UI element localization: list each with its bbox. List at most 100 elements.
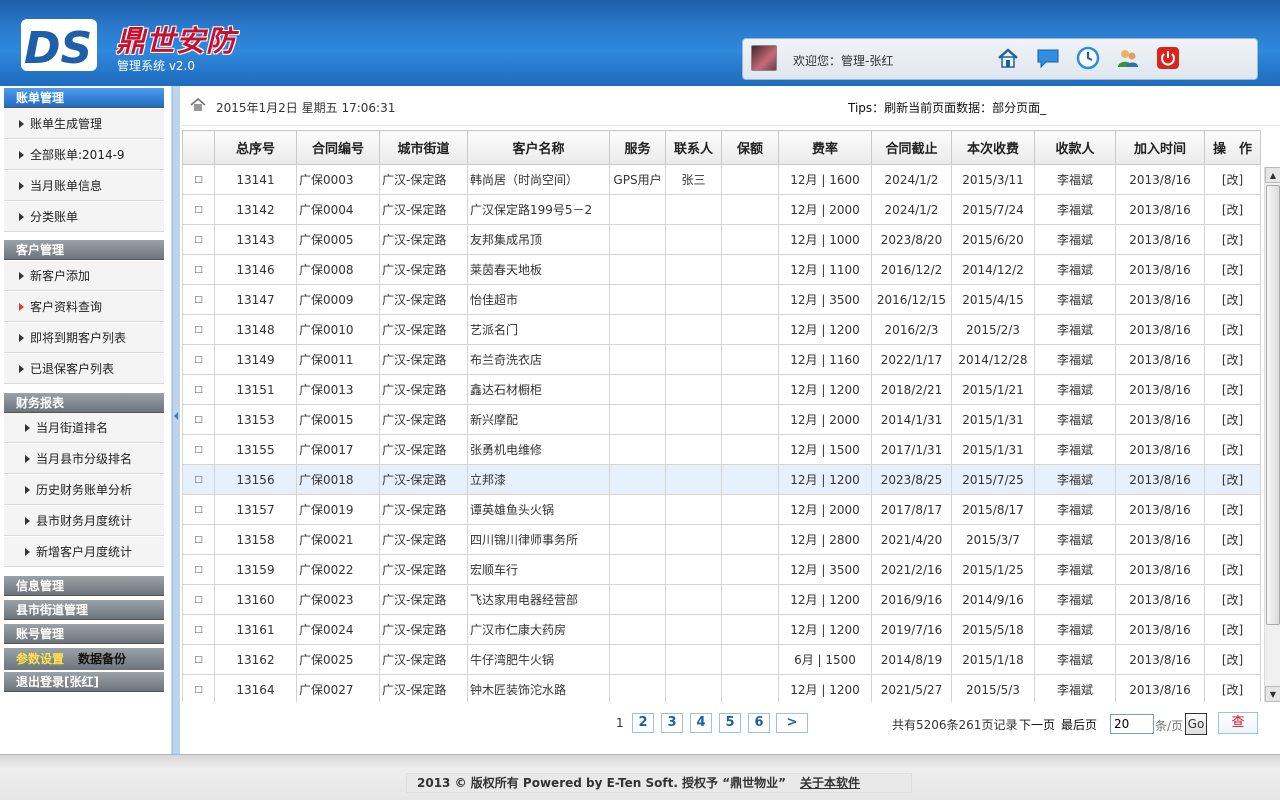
sidebar-group-finance[interactable]: 财务报表 [4, 393, 164, 413]
table-row[interactable]: □ 13148 广保0010 广汉-保定路 艺派名门 12月 | 1200 2016/2/3… [182, 314, 1261, 345]
table-row[interactable]: □ 13143 广保0005 广汉-保定路 友邦集成吊顶 12月 | 1000 2023/8… [182, 224, 1261, 255]
edit-link[interactable]: [改] [1204, 404, 1261, 435]
table-row[interactable]: □ 13153 广保0015 广汉-保定路 新兴摩配 12月 | 2000 2014/1/3… [182, 404, 1261, 435]
go-button[interactable]: Go [1185, 713, 1207, 735]
params-link[interactable]: 参数设置 [16, 652, 64, 666]
column-header[interactable]: 总序号 [214, 130, 297, 165]
table-row[interactable]: □ 13162 广保0025 广汉-保定路 牛仔湾肥牛火锅 6月 | 1500 2014/8… [182, 644, 1261, 675]
edit-link[interactable]: [改] [1204, 224, 1261, 255]
sidebar-item-new-customer-monthly[interactable]: 新增客户月度统计 [4, 537, 164, 567]
column-header[interactable]: 本次收费 [951, 130, 1035, 165]
backup-link[interactable]: 数据备份 [78, 652, 126, 666]
row-checkbox[interactable]: □ [182, 374, 215, 405]
column-header[interactable]: 收款人 [1034, 130, 1116, 165]
avatar[interactable] [751, 45, 777, 71]
edit-link[interactable]: [改] [1204, 254, 1261, 285]
row-checkbox[interactable]: □ [182, 554, 215, 585]
clock-icon[interactable] [1075, 45, 1101, 71]
row-checkbox[interactable]: □ [182, 584, 215, 615]
table-row[interactable]: □ 13158 广保0021 广汉-保定路 四川锦川律师事务所 12月 | 2800 202… [182, 524, 1261, 555]
edit-link[interactable]: [改] [1204, 614, 1261, 645]
page-link-4[interactable]: 4 [690, 713, 712, 733]
table-row[interactable]: □ 13156 广保0018 广汉-保定路 立邦漆 12月 | 1200 2023/8/25… [182, 464, 1261, 495]
column-header[interactable]: 客户名称 [467, 130, 610, 165]
row-checkbox[interactable]: □ [182, 674, 215, 702]
sidebar-group-county[interactable]: 县市街道管理 [4, 600, 164, 620]
sidebar-item-expiring[interactable]: 即将到期客户列表 [4, 323, 164, 353]
row-checkbox[interactable]: □ [182, 404, 215, 435]
sidebar-splitter[interactable] [172, 86, 180, 754]
row-checkbox[interactable]: □ [182, 344, 215, 375]
power-icon[interactable] [1155, 45, 1181, 71]
page-size-input[interactable] [1110, 714, 1154, 734]
table-row[interactable]: □ 13160 广保0023 广汉-保定路 飞达家用电器经营部 12月 | 1200 201… [182, 584, 1261, 615]
sidebar-item-bill-generate[interactable]: 账单生成管理 [4, 109, 164, 139]
sidebar-item-add-customer[interactable]: 新客户添加 [4, 261, 164, 291]
row-checkbox[interactable]: □ [182, 644, 215, 675]
row-checkbox[interactable]: □ [182, 224, 215, 255]
row-checkbox[interactable]: □ [182, 524, 215, 555]
sidebar-item-street-rank[interactable]: 当月街道排名 [4, 413, 164, 443]
sidebar-item-history-analysis[interactable]: 历史财务账单分析 [4, 475, 164, 505]
page-link-5[interactable]: 5 [719, 713, 741, 733]
scroll-up-icon[interactable]: ▲ [1265, 167, 1280, 183]
table-row[interactable]: □ 13161 广保0024 广汉-保定路 广汉市仁康大药房 12月 | 1200 2019… [182, 614, 1261, 645]
table-row[interactable]: □ 13142 广保0004 广汉-保定路 广汉保定路199号5－2 12月 | 2000… [182, 194, 1261, 225]
sidebar-item-county-monthly[interactable]: 县市财务月度统计 [4, 506, 164, 536]
scroll-down-icon[interactable]: ▼ [1265, 686, 1280, 702]
table-row[interactable]: □ 13164 广保0027 广汉-保定路 钟木匠装饰沱水路 12月 | 1200 2021… [182, 674, 1261, 702]
sidebar-item-month-bills[interactable]: 当月账单信息 [4, 171, 164, 201]
edit-link[interactable]: [改] [1204, 164, 1261, 195]
page-link-6[interactable]: 6 [748, 713, 770, 733]
edit-link[interactable]: [改] [1204, 644, 1261, 675]
table-row[interactable]: □ 13151 广保0013 广汉-保定路 鑫达石材橱柜 12月 | 1200 2018/2… [182, 374, 1261, 405]
sidebar-item-withdrawn[interactable]: 已退保客户列表 [4, 354, 164, 384]
home-icon[interactable] [995, 45, 1021, 71]
sidebar-group-info[interactable]: 信息管理 [4, 576, 164, 596]
last-page-link[interactable]: 最后页 [1061, 716, 1097, 733]
row-checkbox[interactable]: □ [182, 314, 215, 345]
edit-link[interactable]: [改] [1204, 434, 1261, 465]
row-checkbox[interactable]: □ [182, 254, 215, 285]
sidebar-item-category-bills[interactable]: 分类账单 [4, 202, 164, 232]
edit-link[interactable]: [改] [1204, 584, 1261, 615]
page-next-arrow[interactable]: > [776, 713, 808, 733]
edit-link[interactable]: [改] [1204, 374, 1261, 405]
sidebar-item-all-bills[interactable]: 全部账单:2014-9 [4, 140, 164, 170]
edit-link[interactable]: [改] [1204, 674, 1261, 702]
about-link[interactable]: 关于本软件 [800, 776, 860, 790]
logout-link[interactable]: 退出登录[张红] [4, 672, 164, 692]
table-row[interactable]: □ 13157 广保0019 广汉-保定路 谭英雄鱼头火锅 12月 | 2000 2017/… [182, 494, 1261, 525]
table-row[interactable]: □ 13159 广保0022 广汉-保定路 宏顺车行 12月 | 3500 2021/2/1… [182, 554, 1261, 585]
edit-link[interactable]: [改] [1204, 524, 1261, 555]
column-header[interactable]: 服务 [609, 130, 666, 165]
sidebar-group-account[interactable]: 账号管理 [4, 624, 164, 644]
edit-link[interactable]: [改] [1204, 554, 1261, 585]
column-header[interactable]: 操 作 [1204, 130, 1261, 165]
message-icon[interactable] [1035, 45, 1061, 71]
column-header[interactable]: 城市街道 [379, 130, 468, 165]
scroll-thumb[interactable] [1266, 185, 1280, 625]
vertical-scrollbar[interactable]: ▲ ▼ [1264, 167, 1280, 702]
row-checkbox[interactable]: □ [182, 284, 215, 315]
table-row[interactable]: □ 13147 广保0009 广汉-保定路 怡佳超市 12月 | 3500 2016/12/… [182, 284, 1261, 315]
sidebar-group-billing[interactable]: 账单管理 [4, 88, 164, 108]
column-header[interactable]: 加入时间 [1115, 130, 1205, 165]
page-link-2[interactable]: 2 [632, 713, 654, 733]
table-row[interactable]: □ 13146 广保0008 广汉-保定路 莱茵春天地板 12月 | 1100 2016/1… [182, 254, 1261, 285]
edit-link[interactable]: [改] [1204, 344, 1261, 375]
edit-link[interactable]: [改] [1204, 494, 1261, 525]
column-header[interactable]: 保额 [721, 130, 779, 165]
row-checkbox[interactable]: □ [182, 464, 215, 495]
sidebar-item-county-rank[interactable]: 当月县市分级排名 [4, 444, 164, 474]
table-row[interactable]: □ 13141 广保0003 广汉-保定路 韩尚居（时尚空间） GPS用户 张三 12月 | … [182, 164, 1261, 195]
next-page-link[interactable]: 下一页 [1019, 716, 1055, 733]
edit-link[interactable]: [改] [1204, 464, 1261, 495]
table-row[interactable]: □ 13149 广保0011 广汉-保定路 布兰奇洗衣店 12月 | 1160 2022/1… [182, 344, 1261, 375]
row-checkbox[interactable]: □ [182, 434, 215, 465]
select-all-column[interactable] [182, 130, 215, 165]
column-header[interactable]: 合同截止 [871, 130, 952, 165]
edit-link[interactable]: [改] [1204, 284, 1261, 315]
column-header[interactable]: 联系人 [665, 130, 722, 165]
page-link-3[interactable]: 3 [661, 713, 683, 733]
